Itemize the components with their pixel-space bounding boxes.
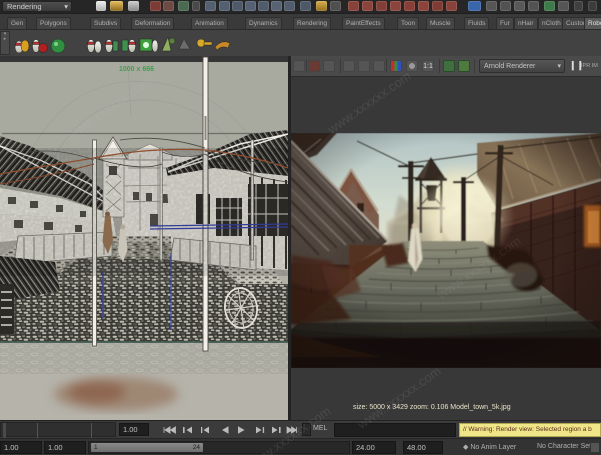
svg-text:1000 x 666: 1000 x 666 [119, 66, 154, 73]
